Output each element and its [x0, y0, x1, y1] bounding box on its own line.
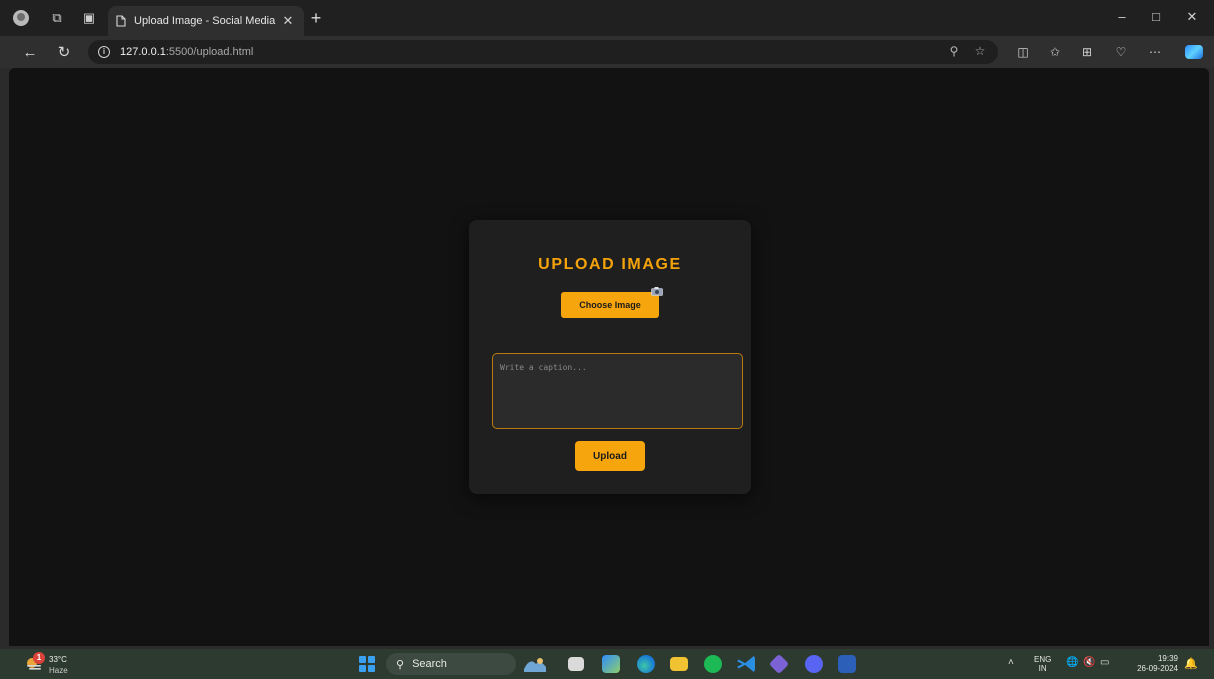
notifications-bell-icon[interactable]: 🔔	[1184, 657, 1198, 670]
news-widget-icon[interactable]	[522, 655, 548, 673]
browser-essentials-icon[interactable]: ♡	[1112, 43, 1130, 61]
favorite-star-icon[interactable]: ☆	[972, 44, 988, 58]
tab-title: Upload Image - Social Media	[134, 15, 276, 27]
task-view-icon[interactable]	[568, 657, 584, 671]
search-icon: ⚲	[396, 658, 405, 671]
weather-temperature: 33°C	[49, 655, 67, 664]
new-tab-button[interactable]: +	[306, 8, 326, 29]
start-button[interactable]	[359, 656, 375, 672]
page-viewport: UPLOAD IMAGE Choose Image Upload	[9, 68, 1209, 646]
tab-actions-icon[interactable]: ▣	[80, 9, 98, 27]
file-explorer-icon[interactable]	[670, 657, 688, 671]
search-label: Search	[412, 658, 447, 670]
profile-avatar[interactable]	[13, 10, 29, 26]
word-icon[interactable]	[838, 655, 856, 673]
choose-image-button[interactable]: Choose Image	[561, 292, 659, 318]
language-code: ENG	[1034, 655, 1052, 664]
collections-icon[interactable]: ⊞	[1078, 43, 1096, 61]
taskbar-search[interactable]: ⚲ Search	[386, 653, 516, 675]
clock-date: 26-09-2024	[1137, 664, 1178, 673]
workspaces-icon[interactable]: ⧉	[48, 9, 66, 27]
site-info-icon[interactable]: i	[98, 46, 110, 58]
split-screen-icon[interactable]: ◫	[1014, 43, 1032, 61]
show-hidden-icons-icon[interactable]: ˄	[1008, 657, 1014, 668]
spotify-icon[interactable]	[704, 655, 722, 673]
address-bar[interactable]: i 127.0.0.1:5500/upload.html ⚲ ☆	[88, 40, 998, 64]
back-button[interactable]: ←	[20, 42, 40, 62]
network-icon[interactable]: 🌐	[1066, 657, 1078, 668]
weather-condition: Haze	[49, 666, 68, 675]
windows-taskbar: 1 33°C Haze ⚲ Search ˄ ENG IN 🌐 🔇 ▭ 19:3…	[0, 649, 1214, 679]
clock-time: 19:39	[1157, 654, 1178, 663]
discord-icon[interactable]	[805, 655, 823, 673]
close-tab-icon[interactable]: ✕	[280, 13, 296, 29]
volume-muted-icon[interactable]: 🔇	[1083, 657, 1095, 668]
browser-toolbar: ← ↻ i 127.0.0.1:5500/upload.html ⚲ ☆ ◫ ✩…	[0, 36, 1214, 68]
more-options-icon[interactable]: ⋯	[1146, 43, 1164, 61]
page-icon	[116, 15, 126, 27]
active-tab[interactable]: Upload Image - Social Media ✕	[108, 6, 304, 36]
upload-card: UPLOAD IMAGE Choose Image Upload	[469, 220, 751, 494]
vscode-icon[interactable]	[737, 655, 755, 673]
copilot-icon[interactable]	[1185, 45, 1203, 59]
refresh-button[interactable]: ↻	[54, 42, 74, 62]
copilot-app-icon[interactable]	[602, 655, 620, 673]
battery-icon[interactable]: ▭	[1100, 657, 1109, 668]
url-path: :5500/upload.html	[165, 46, 254, 58]
zoom-icon[interactable]: ⚲	[946, 44, 962, 58]
restore-button[interactable]: □	[1144, 9, 1168, 24]
edge-app-icon[interactable]	[637, 655, 655, 673]
weather-badge: 1	[33, 652, 45, 664]
caption-input[interactable]	[492, 353, 743, 429]
ai-app-icon[interactable]	[768, 653, 790, 675]
minimize-button[interactable]: –	[1110, 9, 1134, 24]
language-indicator[interactable]: ENG IN	[1034, 655, 1051, 673]
camera-icon	[651, 287, 663, 296]
close-window-button[interactable]: ✕	[1180, 9, 1204, 25]
favorites-icon[interactable]: ✩	[1046, 43, 1064, 61]
region-code: IN	[1038, 664, 1047, 673]
url-host: 127.0.0.1	[120, 46, 166, 58]
system-clock[interactable]: 19:39 26-09-2024	[1128, 654, 1178, 674]
browser-title-bar: ⧉ ▣ Upload Image - Social Media ✕ + – □ …	[0, 0, 1214, 36]
page-title: UPLOAD IMAGE	[538, 256, 682, 273]
upload-button[interactable]: Upload	[575, 441, 645, 471]
